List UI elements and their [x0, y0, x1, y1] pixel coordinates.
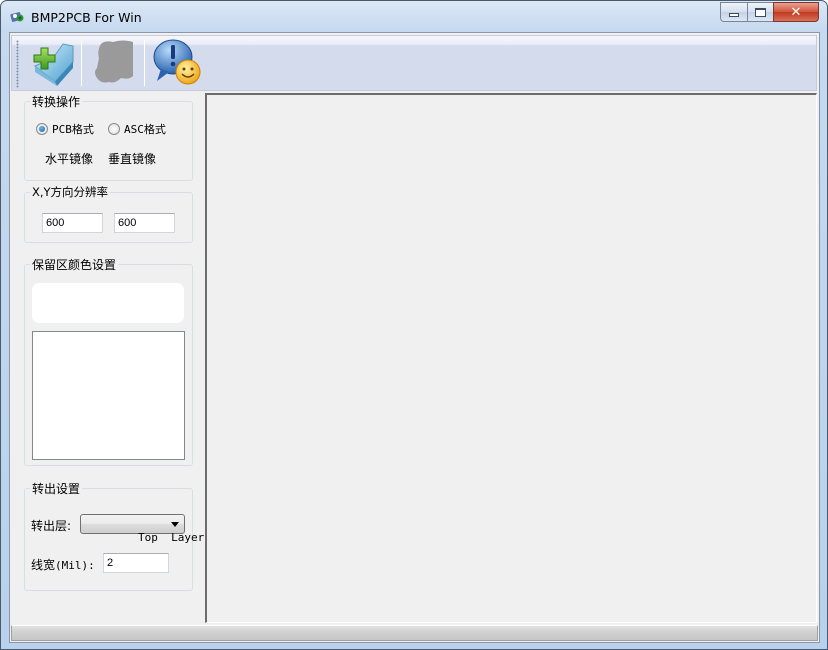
radio-pcb-circle[interactable]: [36, 123, 48, 135]
minimize-button[interactable]: [720, 2, 747, 22]
maximize-button[interactable]: [747, 2, 773, 22]
convert-ops-legend: 转换操作: [32, 95, 81, 109]
app-window: BMP2PCB For Win ✕ 转换操作 PCB格式 ASC格式 水平镜像 …: [0, 0, 828, 650]
color-preview-box[interactable]: [32, 283, 184, 323]
close-button[interactable]: ✕: [773, 2, 819, 22]
radio-selected-dot: [39, 126, 45, 132]
left-panel: 转换操作 PCB格式 ASC格式 水平镜像 垂直镜像 X,Y方向分辨率 600 …: [11, 93, 204, 623]
reserve-color-legend: 保留区颜色设置: [32, 258, 117, 272]
minimize-icon: [729, 12, 739, 17]
convert-ops-group: 转换操作: [24, 93, 193, 181]
mirror-horizontal-button[interactable]: 水平镜像: [45, 150, 93, 167]
maximize-icon: [755, 7, 766, 17]
info-smiley-icon: [151, 37, 203, 90]
app-icon[interactable]: [10, 10, 26, 24]
preview-canvas[interactable]: [205, 93, 817, 623]
line-width-label: 线宽(Mil):: [31, 556, 95, 573]
color-list[interactable]: [32, 331, 185, 460]
resolution-legend: X,Y方向分辨率: [32, 185, 109, 199]
toolbar: [11, 35, 817, 91]
line-width-label-unit: (Mil):: [55, 559, 95, 572]
folder-add-icon: [27, 38, 77, 89]
resolution-x-input[interactable]: 600: [42, 213, 103, 233]
radio-asc[interactable]: ASC格式: [108, 121, 166, 137]
close-icon: ✕: [790, 4, 802, 20]
output-layer-label: 转出层:: [31, 519, 72, 533]
line-width-label-cn: 线宽: [31, 558, 56, 572]
line-width-input[interactable]: 2: [103, 553, 169, 573]
toolbar-grip[interactable]: [16, 40, 19, 88]
status-bar: [11, 625, 818, 641]
client-area: 转换操作 PCB格式 ASC格式 水平镜像 垂直镜像 X,Y方向分辨率 600 …: [9, 32, 820, 643]
open-file-button[interactable]: [22, 37, 82, 89]
shape-button[interactable]: [84, 37, 144, 89]
radio-pcb-label: PCB格式: [52, 123, 94, 136]
radio-pcb[interactable]: PCB格式: [36, 121, 94, 137]
toolbar-separator: [81, 40, 82, 86]
output-legend: 转出设置: [32, 482, 81, 496]
about-button[interactable]: [147, 37, 207, 89]
radio-asc-circle[interactable]: [108, 123, 120, 135]
chevron-down-icon[interactable]: [171, 522, 179, 527]
resolution-y-input[interactable]: 600: [114, 213, 175, 233]
toolbar-separator: [144, 40, 145, 86]
output-layer-value: Top Layer: [137, 531, 205, 544]
window-title: BMP2PCB For Win: [31, 10, 142, 25]
title-bar[interactable]: BMP2PCB For Win ✕: [1, 1, 827, 32]
radio-asc-label: ASC格式: [124, 123, 166, 136]
mirror-vertical-button[interactable]: 垂直镜像: [108, 150, 156, 167]
caption-buttons: ✕: [720, 2, 819, 22]
shape-silhouette-icon: [89, 38, 139, 89]
output-layer-select[interactable]: Top Layer: [80, 514, 204, 544]
